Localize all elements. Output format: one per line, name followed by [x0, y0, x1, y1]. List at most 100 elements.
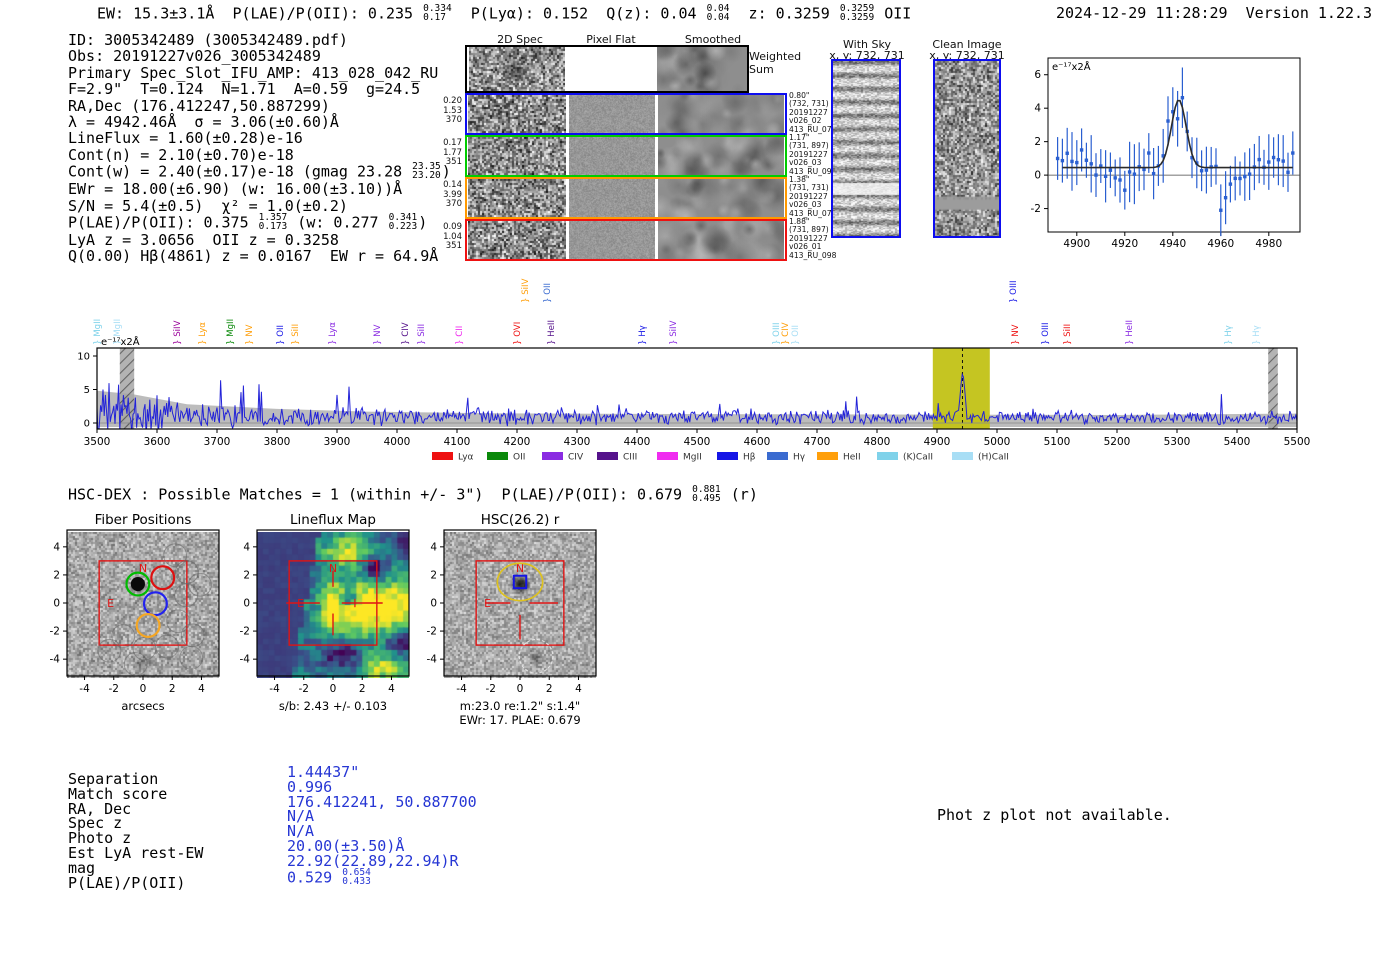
text-segment: F=2.9" T=0.124 N=1.71 A=0.59 g=24.5: [68, 80, 421, 99]
svg-text:4800: 4800: [864, 436, 891, 448]
legend-label: Lyα: [458, 453, 474, 463]
text-segment: (w: 0.277: [288, 213, 388, 232]
compass-east: E: [107, 597, 114, 610]
svg-text:4700: 4700: [804, 436, 831, 448]
line-marker-SiIV: } SiIV: [521, 278, 531, 303]
legend-label: CIV: [568, 453, 584, 463]
stacked-fraction: 0.334 0.17: [423, 3, 452, 23]
svg-text:2: 2: [430, 569, 437, 581]
text-segment: ): [418, 213, 428, 232]
svg-text:-2: -2: [240, 626, 250, 638]
info-line: P(LAE)/P(OII): 0.375 1.357 0.173 (w: 0.27…: [68, 212, 451, 233]
stacked-fraction: 0.341 0.223: [388, 212, 418, 233]
match-table-value: 0.529 0.654 0.433: [287, 867, 477, 887]
text-segment: z: 0.3259: [730, 4, 839, 23]
svg-text:2: 2: [169, 683, 176, 695]
match-table-labels: Separation Match score RA, Dec Spec z Photo …: [68, 772, 203, 890]
text-segment: (r): [721, 485, 758, 504]
svg-text:4920: 4920: [1111, 238, 1138, 250]
svg-text:4980: 4980: [1255, 238, 1282, 250]
legend-swatch-MgII: [657, 452, 678, 460]
line-marker-Lyα: } Lyα: [198, 322, 208, 345]
text-segment: Obs: 20191227v026_3005342489: [68, 47, 321, 66]
spectrum-units-label: e⁻¹⁷x2Å: [101, 335, 140, 348]
legend-swatch-Lyα: [432, 452, 453, 460]
svg-text:5: 5: [84, 385, 90, 396]
text-segment: 22.92(22.89,22.94)R: [287, 851, 459, 870]
svg-text:0: 0: [430, 598, 437, 610]
line-marker-SiIV: } SiIV: [669, 320, 679, 345]
line-marker-Lyα: } Lyα: [328, 322, 338, 345]
svg-text:-4: -4: [269, 683, 280, 695]
line-marker-Hγ: } Hγ: [1224, 325, 1234, 345]
svg-text:3800: 3800: [264, 436, 291, 448]
full-spectrum-plot: } MgII} MgII} SiIV} Lyα} MgII} NV} OII} …: [77, 278, 1311, 463]
text-segment: Cont(n) = 2.10(±0.70)e-18: [68, 145, 294, 164]
info-line: Cont(n) = 2.10(±0.70)e-18: [68, 147, 451, 163]
info-line: Obs: 20191227v026_3005342489: [68, 48, 451, 64]
match-table-value: 176.412241, 50.887700: [287, 794, 477, 810]
line-marker-OII: } OII: [543, 283, 553, 303]
line-marker-OII: } OII: [276, 325, 286, 345]
legend-label: Hγ: [793, 453, 806, 463]
version-label: Version 1.22.3: [1245, 4, 1373, 22]
svg-text:4300: 4300: [564, 436, 591, 448]
svg-text:-2: -2: [1031, 203, 1041, 215]
line-fit-inset-plot: -2 0 2 4 6 4900 4920 4940 4960 4980 e⁻¹⁷x2Å: [1031, 57, 1301, 250]
info-line: λ = 4942.46Å σ = 3.06(±0.60)Å: [68, 114, 451, 130]
fiber-outline: [163, 543, 188, 568]
row-left-stats: 0.14 3.99 370: [443, 180, 462, 209]
weighted-fiber: [150, 565, 176, 591]
fiber-outline: [97, 638, 122, 663]
svg-text:-2: -2: [486, 683, 496, 695]
line-marker-OIII: } OIII: [1041, 322, 1051, 345]
stacked-fraction: 23.35 23.20: [412, 161, 441, 182]
svg-text:4940: 4940: [1159, 238, 1186, 250]
text-segment: ID: 3005342489 (3005342489.pdf): [68, 31, 348, 49]
svg-text:5500: 5500: [1284, 436, 1311, 448]
svg-text:4960: 4960: [1207, 238, 1234, 250]
masked-band: [119, 348, 135, 429]
stacked-fraction: 0.881 0.495: [692, 484, 721, 504]
svg-text:4600: 4600: [744, 436, 771, 448]
info-line: LyA z = 3.0656 OII z = 0.3258: [68, 232, 451, 248]
clean-image: [933, 59, 1001, 238]
legend-label: (H)CaII: [978, 453, 1009, 463]
svg-text:-2: -2: [50, 626, 60, 638]
svg-text:4: 4: [575, 683, 582, 695]
svg-text:4200: 4200: [504, 436, 531, 448]
line-marker-OII: } OII: [791, 325, 801, 345]
svg-text:-4: -4: [240, 654, 251, 666]
spec2d-row: [465, 93, 787, 135]
timestamp-version: 2024-12-29 11:28:29 Version 1.22.3: [1056, 5, 1372, 21]
text-segment: Cont(w) = 2.40(±0.17)e-18 (gmag 23.28: [68, 162, 412, 181]
info-line: RA,Dec (176.412247,50.887299): [68, 97, 451, 114]
svg-text:2: 2: [1034, 136, 1041, 148]
legend-swatch-Hγ: [767, 452, 788, 460]
fiber-outline: [155, 634, 180, 659]
info-line: LineFlux = 1.60(±0.28)e-16: [68, 130, 451, 146]
svg-text:2: 2: [243, 569, 250, 581]
info-line: ID: 3005342489 (3005342489.pdf): [68, 32, 451, 48]
row-left-stats: 0.20 1.53 370: [443, 96, 462, 125]
fiber-outline: [188, 572, 212, 597]
text-segment: LineFlux = 1.60(±0.28)e-16: [68, 129, 303, 148]
match-position-box: [512, 574, 528, 590]
text-segment: Primary Spec_Slot_IFU_AMP: 413_028_042_R…: [68, 63, 439, 82]
detection-info-block: ID: 3005342489 (3005342489.pdf) Obs: 2019…: [68, 32, 451, 265]
info-line: EWr = 18.00(±6.90) (w: 16.00(±3.10))Å: [68, 181, 451, 197]
line-marker-CIV: } CIV: [781, 322, 791, 345]
stacked-fraction: 1.357 0.173: [258, 212, 288, 233]
legend-swatch-OII: [487, 452, 508, 460]
text-segment: P(LAE)/P(OII): 0.375: [68, 213, 258, 232]
svg-text:2: 2: [359, 683, 366, 695]
svg-text:4100: 4100: [444, 436, 471, 448]
text-segment: S/N = 5.4(±0.5) χ² = 1.0(±0.2): [68, 196, 348, 215]
info-line: Cont(w) = 2.40(±0.17)e-18 (gmag 23.28 23…: [68, 161, 451, 182]
fiber-outline: [180, 623, 205, 648]
legend-swatch-CIV: [542, 452, 563, 460]
line-marker-NV: } NV: [1011, 324, 1021, 345]
svg-text:5400: 5400: [1224, 436, 1251, 448]
svg-text:-4: -4: [456, 683, 467, 695]
with-sky-image: [831, 59, 901, 238]
